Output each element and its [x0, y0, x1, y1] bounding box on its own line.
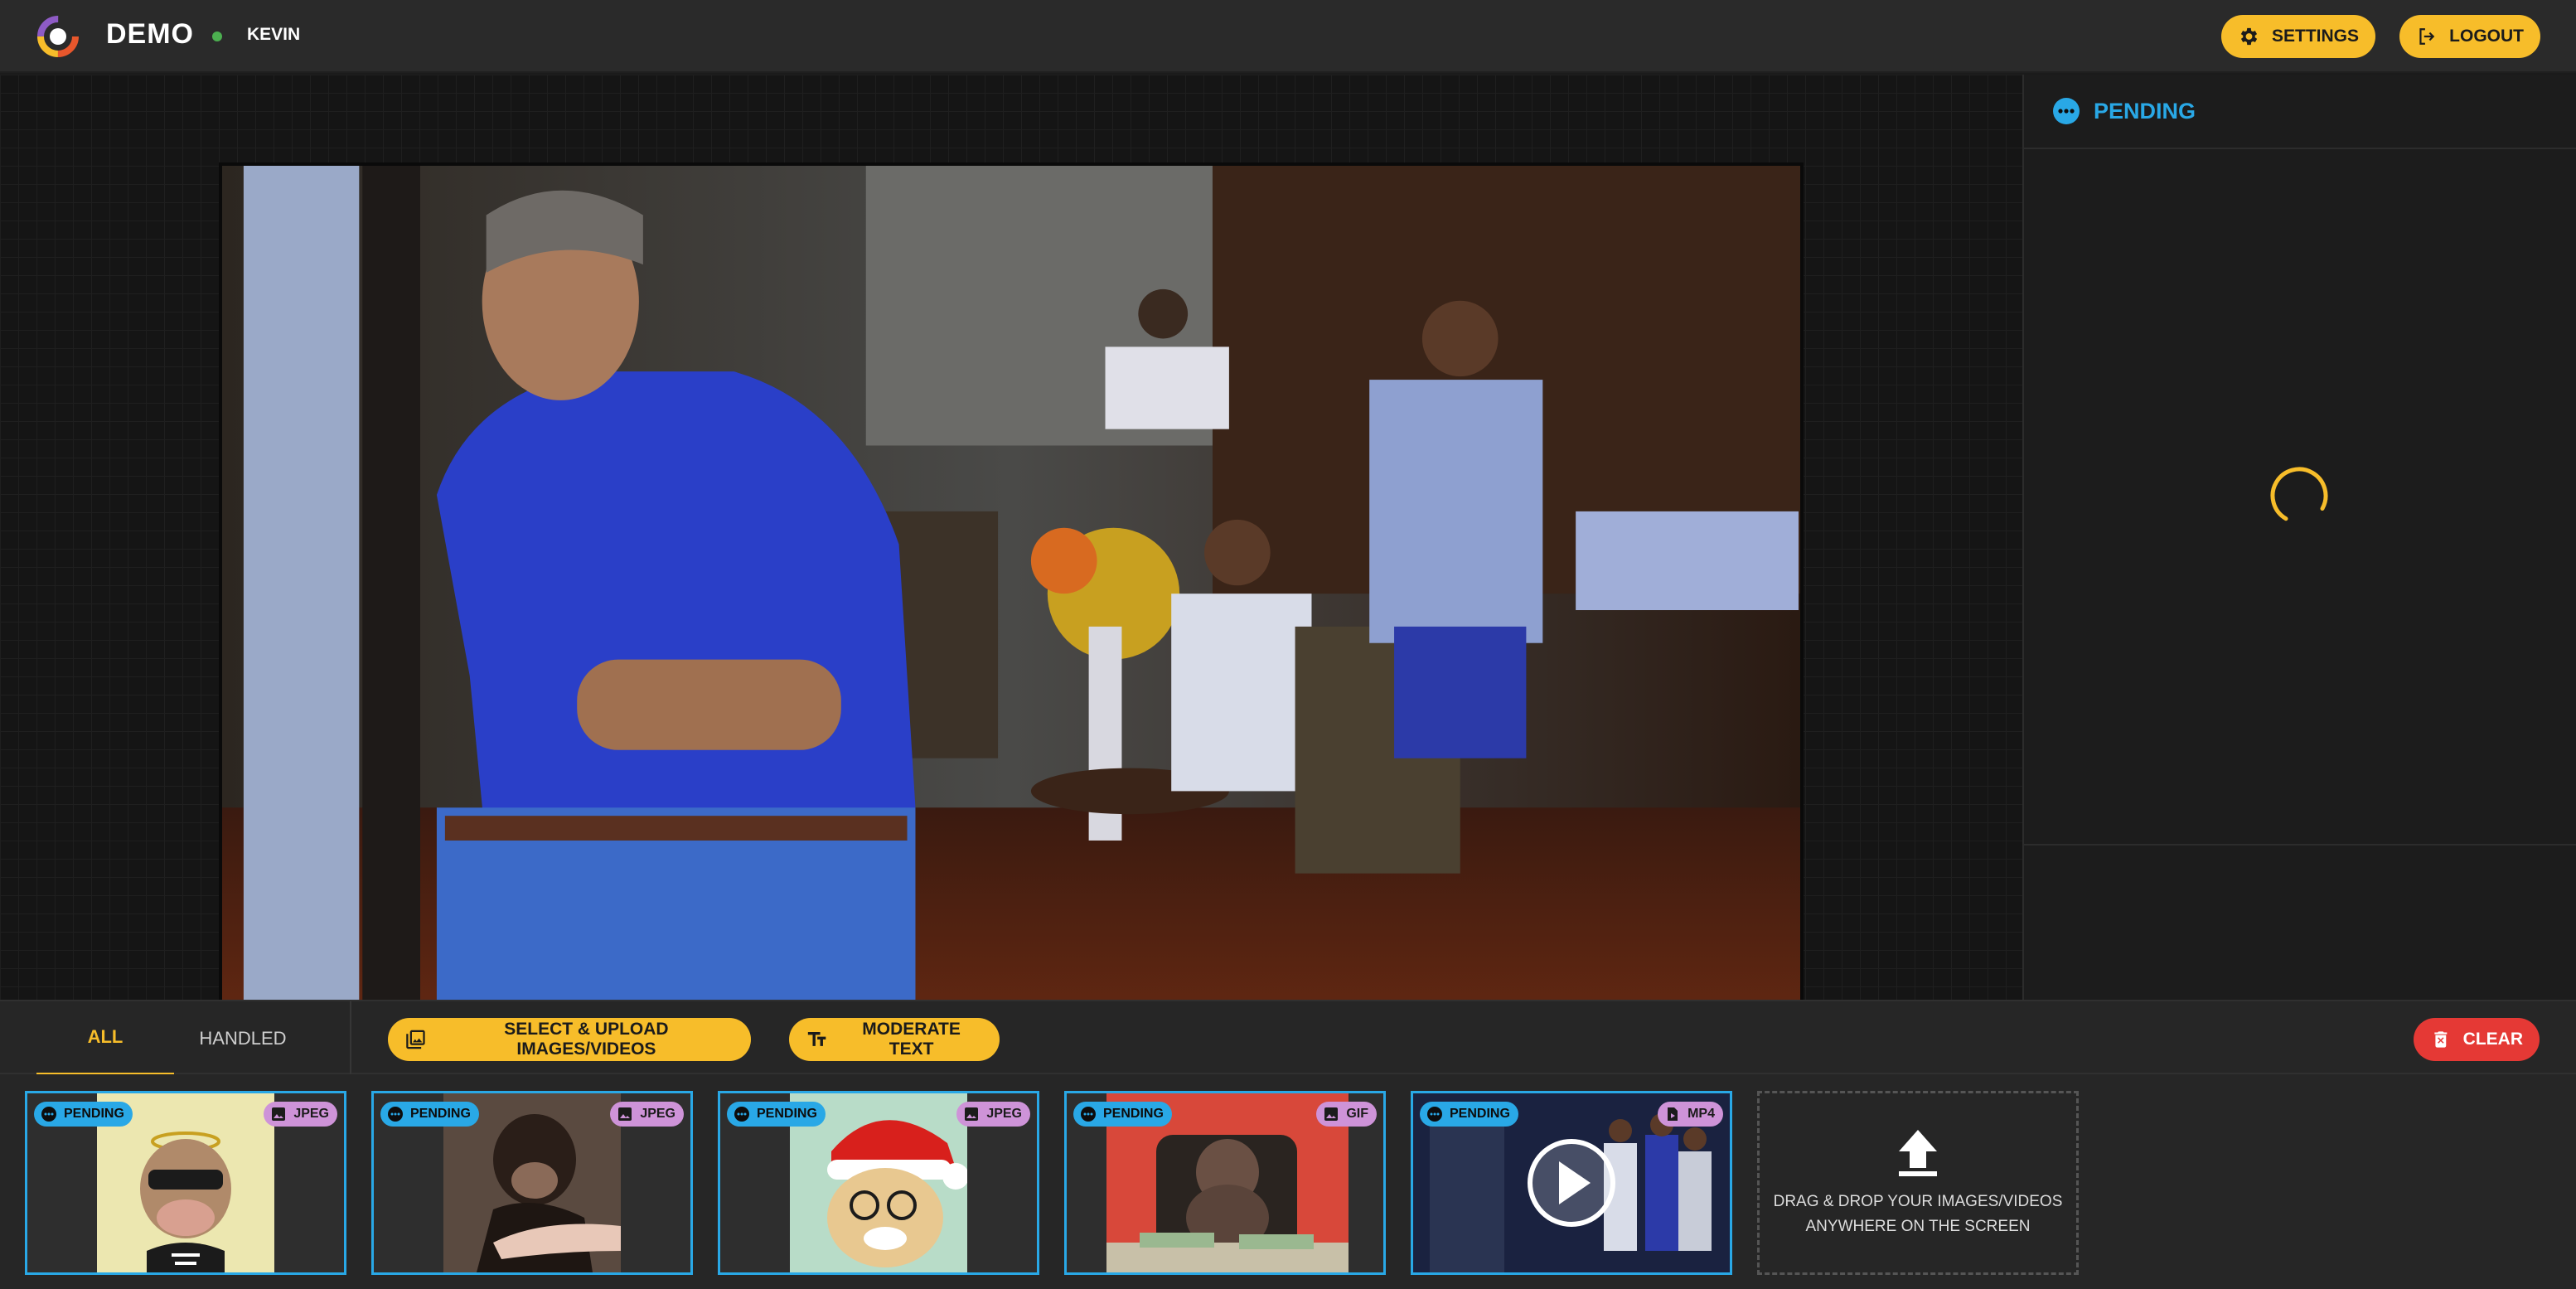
- file-type-badge: JPEG: [610, 1102, 684, 1127]
- dropzone-text-line2: ANYWHERE ON THE SCREEN: [1805, 1218, 2031, 1235]
- online-status-indicator: [212, 31, 222, 41]
- file-type-label: JPEG: [293, 1107, 329, 1121]
- status-badge: PENDING: [1420, 1102, 1518, 1127]
- file-type-label: JPEG: [640, 1107, 675, 1121]
- moderate-label: MODERATE TEXT: [862, 1020, 961, 1059]
- tab-handled[interactable]: HANDLED: [174, 1001, 312, 1076]
- select-upload-button[interactable]: SELECT & UPLOAD IMAGES/VIDEOS: [388, 1018, 751, 1061]
- status-badge-label: PENDING: [410, 1107, 471, 1121]
- more-horiz-icon: [1081, 1107, 1096, 1122]
- text-fields-icon: [807, 1031, 826, 1046]
- media-viewer: [0, 75, 2022, 1063]
- upload-label: SELECT & UPLOAD IMAGES/VIDEOS: [504, 1020, 669, 1059]
- file-type-badge: JPEG: [264, 1102, 337, 1127]
- photo-library-icon: [406, 1030, 425, 1049]
- upload-icon: [1899, 1130, 1937, 1176]
- detail-status-label: PENDING: [2094, 98, 2196, 124]
- file-type-badge: MP4: [1658, 1102, 1723, 1127]
- media-queue: PENDING JPEG PENDING JPEG PENDING JPEG P…: [0, 1074, 2576, 1289]
- logout-button[interactable]: LOGOUT: [2399, 15, 2540, 58]
- settings-button[interactable]: SETTINGS: [2221, 15, 2375, 58]
- status-badge-label: PENDING: [64, 1107, 124, 1121]
- loading-spinner: [2270, 467, 2328, 525]
- queue-item[interactable]: PENDING MP4: [1411, 1091, 1732, 1275]
- tab-all[interactable]: ALL: [36, 1001, 174, 1076]
- file-type-label: GIF: [1346, 1107, 1368, 1121]
- clear-label: CLEAR: [2462, 1030, 2523, 1049]
- status-badge: PENDING: [34, 1102, 133, 1127]
- image-icon: [965, 1107, 979, 1121]
- more-horiz-icon: [734, 1107, 749, 1122]
- queue-item[interactable]: PENDING JPEG: [25, 1091, 346, 1275]
- more-horiz-icon: [41, 1107, 56, 1122]
- status-badge: PENDING: [727, 1102, 826, 1127]
- queue-item[interactable]: PENDING GIF: [1064, 1091, 1386, 1275]
- file-type-badge: GIF: [1316, 1102, 1377, 1127]
- clear-button[interactable]: CLEAR: [2414, 1018, 2540, 1061]
- status-badge: PENDING: [1073, 1102, 1172, 1127]
- gear-icon: [2240, 27, 2258, 46]
- status-badge-label: PENDING: [757, 1107, 817, 1121]
- file-type-badge: JPEG: [956, 1102, 1030, 1127]
- file-type-label: JPEG: [986, 1107, 1022, 1121]
- video-file-icon: [1668, 1107, 1678, 1121]
- settings-label: SETTINGS: [2271, 27, 2359, 46]
- app-logo: [37, 16, 79, 57]
- image-icon: [618, 1107, 632, 1121]
- drag-drop-zone[interactable]: DRAG & DROP YOUR IMAGES/VIDEOS ANYWHERE …: [1757, 1091, 2079, 1275]
- media-preview-image: [219, 162, 1804, 1063]
- queue-item[interactable]: PENDING JPEG: [371, 1091, 693, 1275]
- status-badge-label: PENDING: [1450, 1107, 1510, 1121]
- app-title: DEMO: [106, 18, 194, 50]
- bottom-toolbar: ALL HANDLED SELECT & UPLOAD IMAGES/VIDEO…: [0, 1000, 2576, 1076]
- top-app-bar: DEMO KEVIN SETTINGS LOGOUT: [0, 0, 2576, 73]
- logout-icon: [2419, 28, 2435, 45]
- toolbar-divider: [350, 1001, 351, 1076]
- username-label: KEVIN: [247, 25, 301, 44]
- logout-label: LOGOUT: [2449, 27, 2524, 46]
- moderation-detail-panel: PENDING: [2022, 75, 2576, 1000]
- status-badge-label: PENDING: [1103, 1107, 1164, 1121]
- status-badge: PENDING: [380, 1102, 479, 1127]
- more-horiz-icon: [1427, 1107, 1442, 1122]
- detail-status-header: PENDING: [2024, 75, 2576, 149]
- dropzone-text-line1: DRAG & DROP YOUR IMAGES/VIDEOS: [1773, 1193, 2063, 1210]
- image-icon: [1324, 1107, 1339, 1121]
- panel-divider: [2024, 844, 2576, 846]
- file-type-label: MP4: [1687, 1107, 1715, 1121]
- more-horiz-icon: [2053, 98, 2080, 124]
- moderate-text-button[interactable]: MODERATE TEXT: [789, 1018, 1000, 1061]
- queue-item[interactable]: PENDING JPEG: [718, 1091, 1039, 1275]
- delete-icon: [2434, 1031, 2448, 1048]
- more-horiz-icon: [388, 1107, 403, 1122]
- image-icon: [272, 1107, 286, 1121]
